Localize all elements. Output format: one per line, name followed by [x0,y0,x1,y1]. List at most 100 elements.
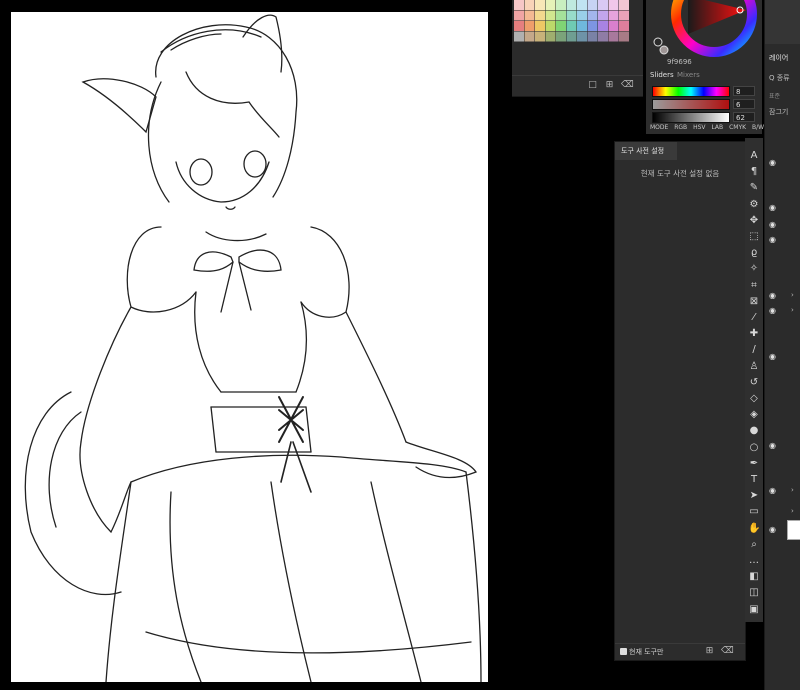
magic-wand-icon[interactable]: ✧ [748,263,760,275]
mode-bw[interactable]: B/W [752,124,764,131]
swatch[interactable] [619,31,629,42]
hex-value[interactable]: 9f9696 [667,58,692,66]
layer-group-chevron-icon[interactable]: › [791,486,794,494]
brush-icon[interactable]: / [748,344,760,356]
layer-group-chevron-icon[interactable]: › [791,306,794,314]
current-tool-checkbox[interactable] [620,648,627,655]
layer-group-chevron-icon[interactable]: › [791,291,794,299]
swatch[interactable] [535,10,545,21]
trash-icon[interactable]: ⌫ [621,80,634,91]
tab-mixers[interactable]: Mixers [677,71,700,79]
swatch[interactable] [577,10,587,21]
layer-visibility-eye-icon[interactable]: ◉ [769,204,779,212]
swatch[interactable] [619,0,629,10]
swatch[interactable] [556,10,566,21]
color-wheel[interactable] [650,0,758,58]
swatch[interactable] [566,31,577,42]
trash-icon[interactable]: ⌫ [721,646,734,657]
type-a-icon[interactable]: A [748,150,760,162]
swatch[interactable] [566,10,577,21]
history-brush-icon[interactable]: ↺ [748,377,760,389]
text-icon[interactable]: T [748,474,760,486]
screen-mode-icon[interactable]: ▣ [748,604,760,616]
swatch[interactable] [514,10,524,21]
dodge-icon[interactable]: ○ [748,442,760,454]
swatch[interactable] [587,10,598,21]
swatch[interactable] [524,0,535,10]
layer-visibility-eye-icon[interactable]: ◉ [769,526,779,534]
new-preset-icon[interactable]: ⊞ [704,646,715,657]
healing-icon[interactable]: ✚ [748,328,760,340]
mode-hsv[interactable]: HSV [693,124,705,131]
mode-rgb[interactable]: RGB [674,124,687,131]
eyedropper-icon[interactable]: ⁄ [748,312,760,324]
tab-layers[interactable]: 레이어 [769,53,788,63]
swatch-grid[interactable] [514,0,630,42]
layer-visibility-eye-icon[interactable]: ◉ [769,159,779,167]
swatch[interactable] [608,0,619,10]
swatch[interactable] [545,21,556,31]
eraser-icon[interactable]: ◇ [748,393,760,405]
swatch[interactable] [535,21,545,31]
swatch[interactable] [598,21,608,31]
layer-visibility-eye-icon[interactable]: ◉ [769,221,779,229]
swatch[interactable] [514,31,524,42]
hand-icon[interactable]: ✋ [748,523,760,535]
stamp-icon[interactable]: ♙ [748,361,760,373]
swatch[interactable] [524,21,535,31]
adjust-icon[interactable]: ⚙ [748,199,760,211]
swatch[interactable] [535,31,545,42]
brightness-value[interactable]: 62 [733,112,755,122]
swatch[interactable] [577,0,587,10]
move-icon[interactable]: ✥ [748,215,760,227]
more-icon[interactable]: … [748,555,760,567]
swatch[interactable] [587,31,598,42]
swatch[interactable] [524,31,535,42]
swatch[interactable] [587,21,598,31]
swatch[interactable] [556,21,566,31]
layer-visibility-eye-icon[interactable]: ◉ [769,442,779,450]
swatch[interactable] [619,21,629,31]
swatch[interactable] [566,21,577,31]
swatch[interactable] [577,21,587,31]
tab-tool-presets[interactable]: 도구 사전 설정 [615,142,677,160]
swatch[interactable] [587,0,598,10]
swatch[interactable] [514,21,524,31]
layer-thumbnail[interactable] [787,520,800,540]
frame-icon[interactable]: ⊠ [748,296,760,308]
swatch[interactable] [556,0,566,10]
mode-cmyk[interactable]: CMYK [729,124,746,131]
saturation-slider[interactable] [652,99,730,110]
tab-sliders[interactable]: Sliders [650,71,674,79]
hue-value[interactable]: 8 [733,86,755,96]
layer-visibility-eye-icon[interactable]: ◉ [769,353,779,361]
swatch[interactable] [577,31,587,42]
select-arrow-icon[interactable]: ➤ [748,490,760,502]
swatch[interactable] [545,0,556,10]
swatch[interactable] [608,31,619,42]
saturation-value[interactable]: 6 [733,99,755,109]
swatch[interactable] [619,10,629,21]
paragraph-icon[interactable]: ¶ [748,166,760,178]
marquee-icon[interactable]: ⬚ [748,231,760,243]
hue-slider[interactable] [652,86,730,97]
layer-kind-filter[interactable]: Q 종류 [769,73,790,83]
swatch[interactable] [598,0,608,10]
zoom-icon[interactable]: ⌕ [748,539,760,551]
lasso-icon[interactable]: ϱ [748,247,760,259]
document-canvas[interactable] [11,12,488,682]
layer-visibility-eye-icon[interactable]: ◉ [769,236,779,244]
swatch[interactable] [545,10,556,21]
crop-icon[interactable]: ⌗ [748,280,760,292]
colors-icon[interactable]: ◧ [748,571,760,583]
bucket-icon[interactable]: ◈ [748,409,760,421]
brightness-slider[interactable] [652,112,730,123]
mode-lab[interactable]: LAB [711,124,723,131]
swatch[interactable] [556,31,566,42]
layer-visibility-eye-icon[interactable]: ◉ [769,292,779,300]
rectangle-icon[interactable]: ▭ [748,506,760,518]
swatch[interactable] [535,0,545,10]
blur-icon[interactable]: ● [748,425,760,437]
new-swatch-icon[interactable]: ⊞ [604,80,615,91]
layer-visibility-eye-icon[interactable]: ◉ [769,487,779,495]
